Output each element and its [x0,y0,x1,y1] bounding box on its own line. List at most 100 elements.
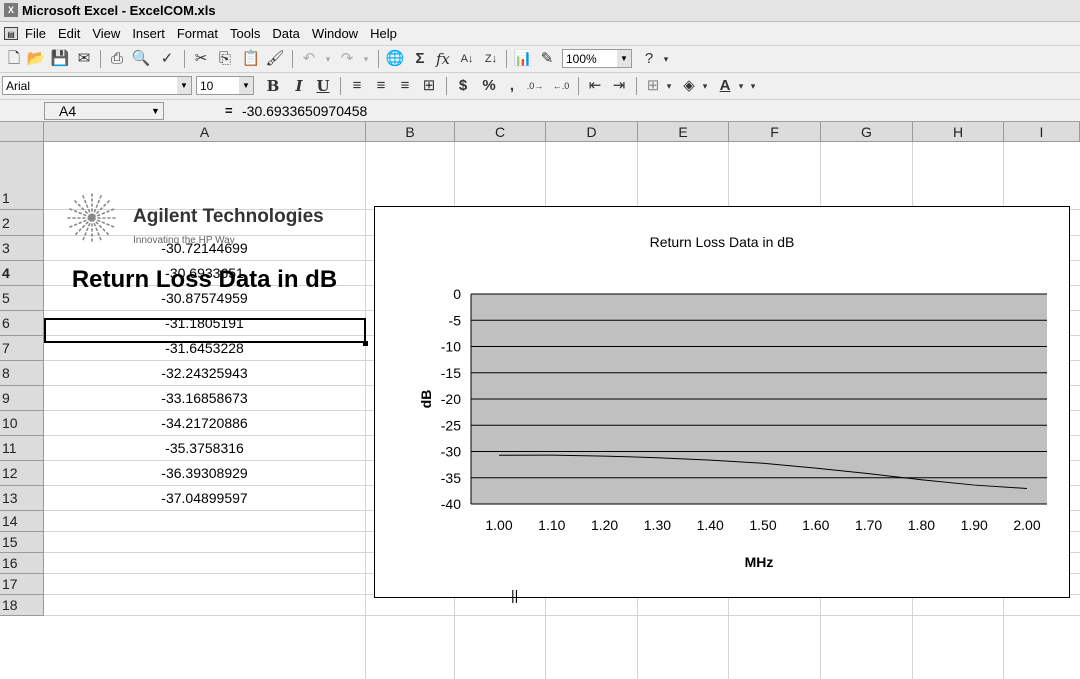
zoom-select[interactable]: 100% ▼ [562,49,632,68]
percent-button[interactable]: % [478,76,500,96]
bold-button[interactable]: B [262,76,284,96]
column-header-f[interactable]: F [729,122,821,142]
new-icon[interactable]: 🗋 [4,49,24,69]
selected-cell-border[interactable] [44,318,366,343]
sort-descending-icon[interactable]: Z↓ [480,49,502,69]
email-icon[interactable]: ✉ [74,49,94,69]
spelling-icon[interactable]: ✓ [156,49,178,69]
font-color-icon[interactable]: A [714,76,736,96]
column-header-c[interactable]: C [455,122,546,142]
chart-object[interactable]: Return Loss Data in dB 0 -5 -10 -15 -20 -25 -3… [374,206,1070,598]
menu-help[interactable]: Help [369,22,398,46]
menu-format[interactable]: Format [176,22,219,46]
menu-view[interactable]: View [91,22,121,46]
row-header-1[interactable]: 1 [0,142,44,210]
cell-a13[interactable]: -37.04899597 [44,486,365,511]
cell-a5[interactable]: -30.87574959 [44,286,365,311]
cell-a12[interactable]: -36.39308929 [44,461,365,486]
format-painter-icon[interactable]: 🖌 [264,49,286,69]
copy-icon[interactable]: ⎘ [214,49,236,69]
formula-equals[interactable]: = [225,100,233,122]
chevron-down-icon[interactable]: ▼ [148,103,163,119]
row-header-3[interactable]: 3 [0,236,44,261]
column-header-b[interactable]: B [366,122,455,142]
cell-a3[interactable]: -30.72144699 [44,236,365,261]
column-resize-handle[interactable]: || [511,588,525,602]
menu-window[interactable]: Window [311,22,359,46]
name-box[interactable]: A4 ▼ [44,102,164,120]
help-dropdown-icon[interactable]: ▾ [660,49,672,69]
row-header-8[interactable]: 8 [0,361,44,386]
undo-dropdown-icon[interactable]: ▾ [322,49,334,69]
autosum-icon[interactable]: Σ [410,49,430,69]
help-icon[interactable]: ? [638,49,660,69]
fill-color-icon[interactable]: ◈ [678,76,700,96]
decrease-decimal-icon[interactable]: ←.0 [550,76,572,96]
cell-a9[interactable]: -33.16858673 [44,386,365,411]
open-icon[interactable]: 📂 [26,49,46,69]
print-preview-icon[interactable]: 🔍 [130,49,152,69]
menu-data[interactable]: Data [271,22,300,46]
align-right-icon[interactable]: ≡ [394,76,416,96]
row-header-15[interactable]: 15 [0,532,44,553]
row-header-14[interactable]: 14 [0,511,44,532]
row-header-2[interactable]: 2 [0,210,44,236]
redo-icon[interactable]: ↷ [336,49,358,69]
row-header-6[interactable]: 6 [0,311,44,336]
menu-file[interactable]: File [24,22,47,46]
underline-button[interactable]: U [312,76,334,96]
chevron-down-icon[interactable]: ▼ [177,77,191,94]
cell-a8[interactable]: -32.24325943 [44,361,365,386]
row-header-7[interactable]: 7 [0,336,44,361]
font-size-select[interactable]: 10 ▼ [196,76,254,95]
font-color-dropdown-icon[interactable]: ▾ [736,76,746,96]
row-header-13[interactable]: 13 [0,486,44,511]
menu-tools[interactable]: Tools [229,22,261,46]
row-header-18[interactable]: 18 [0,595,44,616]
decrease-indent-icon[interactable]: ⇤ [584,76,606,96]
cell-a11[interactable]: -35.3758316 [44,436,365,461]
row-header-9[interactable]: 9 [0,386,44,411]
select-all-corner[interactable] [0,122,44,142]
formula-input[interactable]: -30.6933650970458 [242,100,367,122]
paste-icon[interactable]: 📋 [240,49,262,69]
column-header-h[interactable]: H [913,122,1004,142]
borders-icon[interactable]: ⊞ [642,76,664,96]
merge-center-icon[interactable]: ⊞ [418,76,440,96]
hyperlink-icon[interactable]: 🌐 [384,49,406,69]
chevron-down-icon[interactable]: ▼ [239,77,253,94]
fill-handle[interactable] [363,341,368,346]
sort-ascending-icon[interactable]: A↓ [456,49,478,69]
redo-dropdown-icon[interactable]: ▾ [360,49,372,69]
column-header-d[interactable]: D [546,122,638,142]
row-header-10[interactable]: 10 [0,411,44,436]
align-center-icon[interactable]: ≡ [370,76,392,96]
column-header-g[interactable]: G [821,122,913,142]
print-icon[interactable]: ⎙ [106,49,128,69]
italic-button[interactable]: I [288,76,310,96]
row-header-11[interactable]: 11 [0,436,44,461]
borders-dropdown-icon[interactable]: ▾ [664,76,674,96]
row-header-5[interactable]: 5 [0,286,44,311]
row-header-4[interactable]: 4 [0,261,44,286]
comma-button[interactable]: , [504,76,520,96]
menu-edit[interactable]: Edit [57,22,81,46]
chart-wizard-icon[interactable]: 📊 [512,49,534,69]
row-header-12[interactable]: 12 [0,461,44,486]
undo-icon[interactable]: ↶ [298,49,320,69]
fill-color-dropdown-icon[interactable]: ▾ [700,76,710,96]
increase-decimal-icon[interactable]: .0→ [524,76,546,96]
increase-indent-icon[interactable]: ⇥ [608,76,630,96]
row-header-17[interactable]: 17 [0,574,44,595]
function-icon[interactable]: fx [432,49,454,69]
chevron-down-icon[interactable]: ▼ [617,50,631,67]
save-icon[interactable]: 💾 [50,49,70,69]
cell-a4[interactable]: -30.6933651 [44,261,365,286]
toolbar-options-icon[interactable]: ▾ [748,76,758,96]
row-header-16[interactable]: 16 [0,553,44,574]
align-left-icon[interactable]: ≡ [346,76,368,96]
column-header-e[interactable]: E [638,122,729,142]
document-icon[interactable]: ▤ [4,27,18,40]
drawing-icon[interactable]: ✎ [536,49,558,69]
column-header-i[interactable]: I [1004,122,1080,142]
